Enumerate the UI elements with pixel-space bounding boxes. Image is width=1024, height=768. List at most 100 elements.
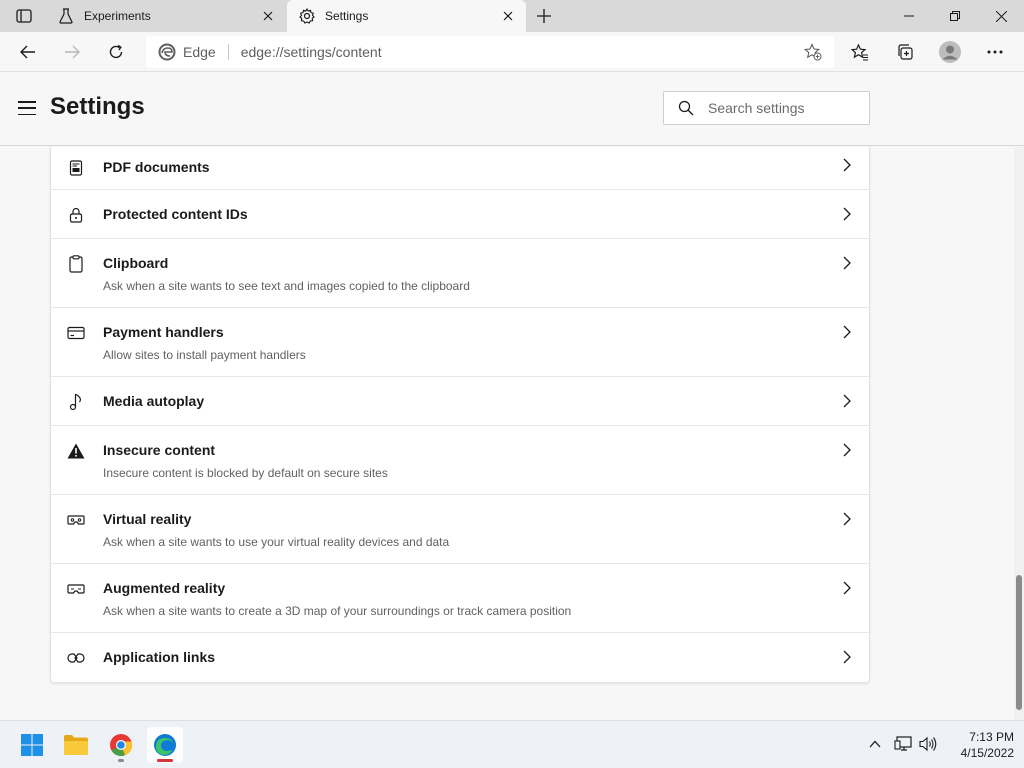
taskbar-chrome[interactable] xyxy=(103,727,139,763)
profile-button[interactable] xyxy=(935,37,965,67)
forward-arrow-icon xyxy=(65,45,80,59)
url-text[interactable]: edge://settings/content xyxy=(241,44,798,60)
chevron-right-icon xyxy=(839,511,855,527)
favorites-button[interactable] xyxy=(845,37,875,67)
restore-button[interactable] xyxy=(932,0,978,32)
settings-item-description: Ask when a site wants to create a 3D map… xyxy=(103,604,572,618)
settings-item-pdf-documents[interactable]: PDF documents xyxy=(51,147,869,190)
file-explorer-icon xyxy=(64,735,88,755)
music-note-icon xyxy=(67,393,85,411)
chevron-right-icon xyxy=(839,324,855,340)
browser-toolbar: Edge edge://settings/content xyxy=(0,32,1024,72)
settings-item-clipboard[interactable]: Clipboard Ask when a site wants to see t… xyxy=(51,239,869,308)
edge-icon xyxy=(154,734,176,756)
collections-button[interactable] xyxy=(890,37,920,67)
refresh-icon xyxy=(109,44,123,59)
settings-content: PDF documents Protected content IDs Clip… xyxy=(0,147,1014,720)
volume-icon xyxy=(919,736,937,752)
settings-item-title: Clipboard xyxy=(103,255,169,271)
favorites-icon xyxy=(851,43,868,61)
settings-item-application-links[interactable]: Application links xyxy=(51,633,869,682)
scheme-label: Edge xyxy=(183,44,216,60)
tab-strip: Experiments Settings xyxy=(0,0,1024,32)
settings-item-title: Virtual reality xyxy=(103,511,192,527)
minimize-button[interactable] xyxy=(886,0,932,32)
close-tab-icon[interactable] xyxy=(256,4,280,28)
pdf-document-icon xyxy=(67,159,85,177)
volume-control[interactable] xyxy=(917,733,939,755)
gear-icon xyxy=(299,8,315,24)
address-bar[interactable]: Edge edge://settings/content xyxy=(146,36,834,68)
close-tab-icon[interactable] xyxy=(496,4,520,28)
chevron-right-icon xyxy=(839,255,855,271)
close-window-button[interactable] xyxy=(978,0,1024,32)
search-icon xyxy=(678,100,694,116)
divider xyxy=(227,44,229,60)
settings-item-augmented-reality[interactable]: Augmented reality Ask when a site wants … xyxy=(51,564,869,633)
taskbar-file-explorer[interactable] xyxy=(58,727,94,763)
star-add-icon xyxy=(804,43,822,61)
tab-actions-button[interactable] xyxy=(8,5,40,27)
settings-item-payment-handlers[interactable]: Payment handlers Allow sites to install … xyxy=(51,308,869,377)
start-button[interactable] xyxy=(14,727,50,763)
chevron-up-icon xyxy=(869,740,881,748)
avatar-icon xyxy=(939,41,961,63)
new-tab-button[interactable] xyxy=(531,4,557,28)
tab-settings[interactable]: Settings xyxy=(287,0,526,32)
link-icon xyxy=(67,649,85,667)
tab-actions-icon xyxy=(16,9,32,23)
restore-icon xyxy=(950,11,960,21)
search-input[interactable] xyxy=(708,100,858,116)
settings-item-title: Application links xyxy=(103,649,216,665)
active-indicator xyxy=(157,759,173,762)
settings-item-title: Protected content IDs xyxy=(103,206,248,222)
network-status[interactable] xyxy=(892,733,914,755)
chrome-icon xyxy=(110,734,133,757)
settings-item-title: Media autoplay xyxy=(103,393,205,409)
settings-item-description: Allow sites to install payment handlers xyxy=(103,348,306,362)
clock-time: 7:13 PM xyxy=(969,730,1014,744)
chevron-right-icon xyxy=(839,157,855,173)
system-clock[interactable]: 7:13 PM 4/15/2022 xyxy=(944,729,1014,761)
back-arrow-icon xyxy=(20,45,35,59)
settings-item-insecure-content[interactable]: Insecure content Insecure content is blo… xyxy=(51,426,869,495)
taskbar-edge[interactable] xyxy=(147,727,183,763)
tab-title: Experiments xyxy=(84,9,151,23)
tab-experiments[interactable]: Experiments xyxy=(46,0,286,32)
settings-header: Settings xyxy=(0,72,1024,146)
collections-icon xyxy=(898,44,913,60)
page-scrollbar[interactable] xyxy=(1014,147,1024,720)
search-box[interactable] xyxy=(663,91,870,125)
running-indicator xyxy=(118,759,124,762)
vr-headset-icon xyxy=(67,511,85,529)
settings-item-protected-content[interactable]: Protected content IDs xyxy=(51,190,869,239)
settings-item-title: Augmented reality xyxy=(103,580,226,596)
settings-item-virtual-reality[interactable]: Virtual reality Ask when a site wants to… xyxy=(51,495,869,564)
taskbar: 7:13 PM 4/15/2022 xyxy=(0,720,1024,768)
clock-date: 4/15/2022 xyxy=(960,746,1014,760)
menu-icon[interactable] xyxy=(17,99,37,117)
ellipsis-icon xyxy=(987,50,1003,54)
site-permissions-list: PDF documents Protected content IDs Clip… xyxy=(50,147,870,683)
ar-headset-icon xyxy=(67,580,85,598)
back-button[interactable] xyxy=(13,37,43,67)
settings-item-description: Ask when a site wants to use your virtua… xyxy=(103,535,450,549)
refresh-button[interactable] xyxy=(101,37,131,67)
settings-item-media-autoplay[interactable]: Media autoplay xyxy=(51,377,869,426)
flask-icon xyxy=(58,8,74,24)
scrollbar-thumb[interactable] xyxy=(1016,575,1022,710)
forward-button[interactable] xyxy=(57,37,87,67)
more-menu-button[interactable] xyxy=(980,37,1010,67)
settings-item-description: Insecure content is blocked by default o… xyxy=(103,466,388,480)
lock-icon xyxy=(67,206,85,224)
settings-item-title: Insecure content xyxy=(103,442,216,458)
close-icon xyxy=(995,10,1007,22)
settings-item-title: PDF documents xyxy=(103,159,210,175)
chevron-right-icon xyxy=(839,649,855,665)
edge-page-icon xyxy=(158,43,176,61)
page-title: Settings xyxy=(50,93,145,120)
chevron-right-icon xyxy=(839,393,855,409)
add-favorite-button[interactable] xyxy=(798,37,828,67)
warning-icon xyxy=(67,442,85,460)
show-hidden-icons-button[interactable] xyxy=(864,733,886,755)
